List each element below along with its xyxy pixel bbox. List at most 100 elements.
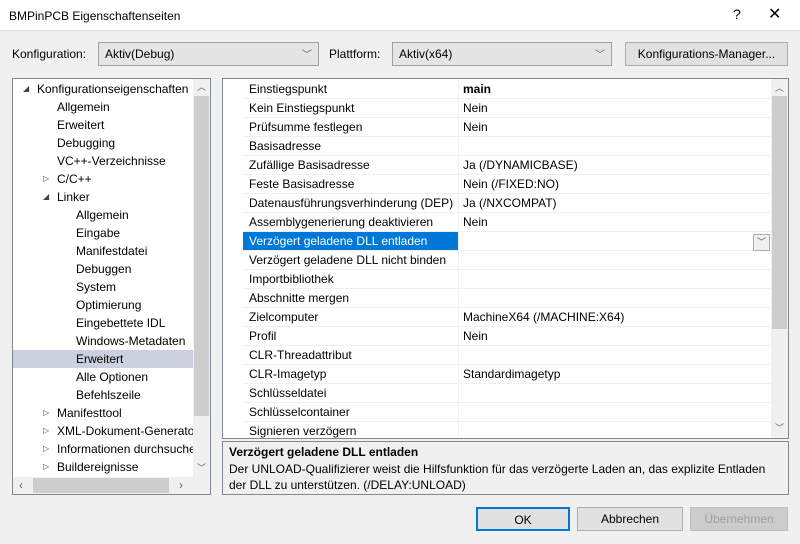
tree-item-label: Erweitert (57, 118, 105, 132)
tree-item[interactable]: ◢ Linker (13, 188, 193, 206)
property-row[interactable]: Kein Einstiegspunkt Nein (243, 99, 772, 118)
tree-item[interactable]: Allgemein (13, 206, 193, 224)
property-row[interactable]: Feste Basisadresse Nein (/FIXED:NO) (243, 175, 772, 194)
property-row[interactable]: Abschnitte mergen (243, 289, 772, 308)
grid-vertical-scrollbar[interactable]: ︿ ﹀ (771, 79, 788, 438)
tree-item[interactable]: VC++-Verzeichnisse (13, 152, 193, 170)
property-row[interactable]: Signieren verzögern (243, 422, 772, 438)
scroll-right-icon[interactable]: › (179, 478, 183, 492)
expanded-arrow-icon[interactable]: ◢ (23, 80, 29, 98)
property-row[interactable]: Prüfsumme festlegen Nein (243, 118, 772, 137)
tree-item[interactable]: ▷ Buildereignisse (13, 458, 193, 476)
scroll-down-icon[interactable]: ﹀ (775, 421, 784, 434)
property-value[interactable] (459, 422, 467, 438)
scroll-up-icon[interactable]: ︿ (197, 80, 206, 93)
value-dropdown-button[interactable]: ﹀ (753, 234, 770, 251)
tree-item-label: Optimierung (76, 298, 142, 312)
tree-item[interactable]: ▷ Manifesttool (13, 404, 193, 422)
tree-item[interactable]: ▷ XML-Dokument-Generator (13, 422, 198, 440)
tree-item[interactable]: System (13, 278, 193, 296)
tree-item[interactable]: Debugging (13, 134, 193, 152)
property-value[interactable] (459, 137, 467, 155)
tree-item[interactable]: ▷ C/C++ (13, 170, 193, 188)
collapsed-arrow-icon[interactable]: ▷ (43, 440, 49, 458)
config-manager-button[interactable]: Konfigurations-Manager... (625, 42, 788, 66)
tree-item[interactable]: Allgemein (13, 98, 193, 116)
property-row[interactable]: Profil Nein (243, 327, 772, 346)
scroll-left-icon[interactable]: ‹ (19, 478, 23, 492)
property-value[interactable]: Nein (459, 213, 492, 231)
property-value[interactable] (459, 403, 467, 421)
property-value[interactable] (459, 384, 467, 402)
scrollbar-thumb[interactable] (194, 96, 209, 416)
property-name: Verzögert geladene DLL entladen (243, 232, 459, 250)
tree-item[interactable]: Eingebettete IDL (13, 314, 193, 332)
tree-item[interactable]: Alle Optionen (13, 368, 193, 386)
collapsed-arrow-icon[interactable]: ▷ (43, 458, 49, 476)
collapsed-arrow-icon[interactable]: ▷ (43, 404, 49, 422)
scrollbar-thumb[interactable] (33, 478, 169, 493)
property-value[interactable]: Standardimagetyp (459, 365, 564, 383)
tree-item[interactable]: ▷ Informationen durchsuchen (13, 440, 202, 458)
tree-item-label: XML-Dokument-Generator (57, 424, 199, 438)
tree-item-label: Eingabe (76, 226, 121, 240)
tree-item[interactable]: Erweitert (13, 116, 193, 134)
scrollbar-thumb[interactable] (772, 96, 787, 329)
property-value[interactable]: Ja (/NXCOMPAT) (459, 194, 561, 212)
tree-item-label: System (76, 280, 117, 294)
property-row[interactable]: Zufällige Basisadresse Ja (/DYNAMICBASE) (243, 156, 772, 175)
scroll-up-icon[interactable]: ︿ (775, 81, 784, 94)
tree-item[interactable]: Optimierung (13, 296, 193, 314)
tree-item[interactable]: Debuggen (13, 260, 193, 278)
property-value[interactable]: Nein (459, 99, 492, 117)
property-row[interactable]: CLR-Imagetyp Standardimagetyp (243, 365, 772, 384)
apply-button[interactable]: Übernehmen (690, 507, 788, 531)
tree-item[interactable]: Eingabe (13, 224, 193, 242)
tree-horizontal-scrollbar[interactable]: ‹ › (13, 477, 210, 494)
property-value[interactable]: Nein (459, 118, 492, 136)
expanded-arrow-icon[interactable]: ◢ (43, 188, 49, 206)
property-value[interactable]: MachineX64 (/MACHINE:X64) (459, 308, 628, 326)
tree-item-label: VC++-Verzeichnisse (57, 154, 166, 168)
tree-vertical-scrollbar[interactable]: ︿ ﹀ (193, 79, 210, 477)
property-row[interactable]: Einstiegspunkt main (243, 80, 772, 99)
property-value[interactable] (459, 251, 467, 269)
tree-item-label: Allgemein (76, 208, 129, 222)
property-value[interactable]: Ja (/DYNAMICBASE) (459, 156, 582, 174)
collapsed-arrow-icon[interactable]: ▷ (43, 170, 49, 188)
property-row[interactable]: CLR-Threadattribut (243, 346, 772, 365)
property-value[interactable] (459, 232, 467, 250)
tree-item[interactable]: Manifestdatei (13, 242, 193, 260)
property-row[interactable]: Schlüsseldatei (243, 384, 772, 403)
property-value[interactable]: main (459, 80, 495, 98)
tree-item[interactable]: ◢ Konfigurationseigenschaften (13, 80, 193, 98)
tree-item-label: Manifestdatei (76, 244, 148, 258)
cancel-button[interactable]: Abbrechen (577, 507, 683, 531)
property-row[interactable]: Verzögert geladene DLL entladen (243, 232, 772, 251)
platform-dropdown[interactable]: Aktiv(x64) ﹀ (392, 42, 612, 66)
scroll-down-icon[interactable]: ﹀ (197, 461, 206, 474)
property-value[interactable]: Nein (/FIXED:NO) (459, 175, 563, 193)
property-value[interactable] (459, 270, 467, 288)
property-row[interactable]: Verzögert geladene DLL nicht binden (243, 251, 772, 270)
property-row[interactable]: Datenausführungsverhinderung (DEP) Ja (/N… (243, 194, 772, 213)
tree-item[interactable]: Erweitert (13, 350, 193, 368)
property-row[interactable]: Importbibliothek (243, 270, 772, 289)
property-row[interactable]: Schlüsselcontainer (243, 403, 772, 422)
platform-label: Plattform: (329, 47, 381, 61)
tree-item[interactable]: Befehlszeile (13, 386, 193, 404)
property-value[interactable]: Nein (459, 327, 492, 345)
property-row[interactable]: Basisadresse (243, 137, 772, 156)
collapsed-arrow-icon[interactable]: ▷ (43, 422, 49, 440)
tree-item[interactable]: Windows-Metadaten (13, 332, 193, 350)
property-value[interactable] (459, 346, 467, 364)
config-label: Konfiguration: (12, 47, 87, 61)
property-row[interactable]: Assemblygenerierung deaktivieren Nein (243, 213, 772, 232)
config-dropdown[interactable]: Aktiv(Debug) ﹀ (98, 42, 319, 66)
property-value[interactable] (459, 289, 467, 307)
property-row[interactable]: Zielcomputer MachineX64 (/MACHINE:X64) (243, 308, 772, 327)
ok-button[interactable]: OK (476, 507, 570, 531)
help-button[interactable]: ? (733, 6, 741, 22)
close-button[interactable]: ✕ (768, 4, 781, 24)
tree-item-label: C/C++ (57, 172, 92, 186)
